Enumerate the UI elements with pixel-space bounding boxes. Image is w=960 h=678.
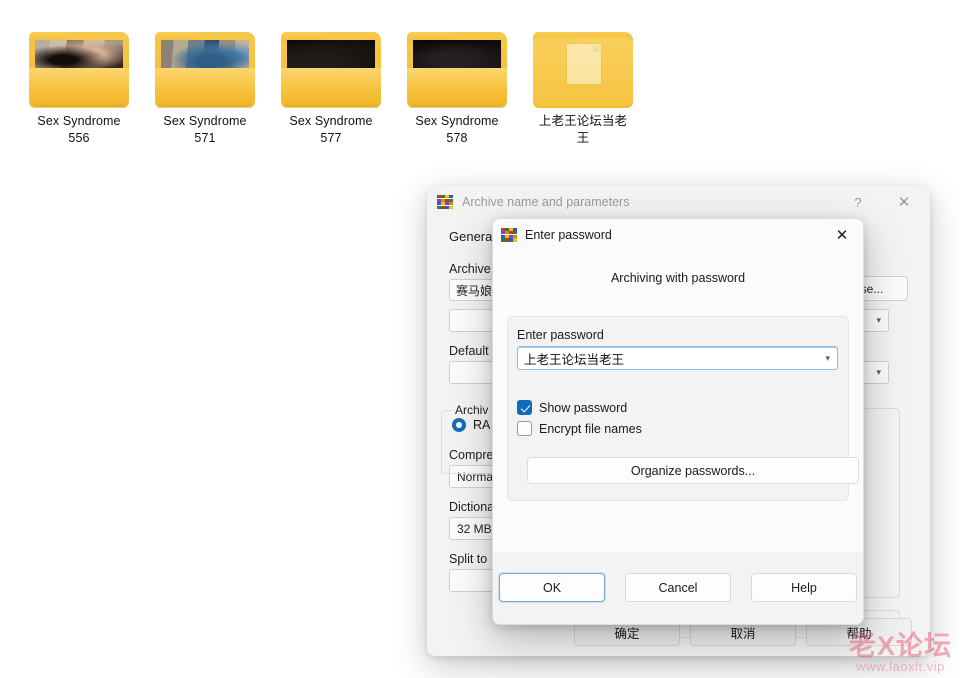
cancel-button[interactable]: Cancel	[625, 573, 731, 602]
encrypt-file-names-checkbox[interactable]: Encrypt file names	[517, 421, 848, 436]
folder-icon	[29, 28, 129, 108]
radio-rar-label: RA	[473, 418, 491, 432]
folder-label-line1: 上老王论坛当老	[538, 114, 628, 128]
folder-front	[155, 68, 255, 108]
folder-icon	[281, 28, 381, 108]
folder-label-line2: 578	[446, 131, 468, 145]
dictionary-value: 32 MB	[457, 521, 492, 536]
radio-selected-icon	[452, 418, 466, 432]
help-button[interactable]: Help	[751, 573, 857, 602]
chevron-down-icon: ▾	[876, 315, 881, 325]
folder-label: Sex Syndrome 578	[394, 113, 520, 147]
chevron-down-icon[interactable]: ▾	[825, 353, 830, 364]
show-password-label: Show password	[539, 400, 628, 415]
folder-label: Sex Syndrome 577	[268, 113, 394, 147]
organize-passwords-button[interactable]: Organize passwords...	[527, 457, 859, 484]
desktop-folder-item[interactable]: Sex Syndrome 578	[394, 28, 520, 147]
winrar-icon	[501, 227, 517, 242]
checkbox-icon	[517, 421, 532, 436]
main-dialog-title: Archive name and parameters	[462, 195, 630, 209]
folder-label: Sex Syndrome 571	[142, 113, 268, 147]
chevron-down-icon: ▾	[876, 367, 881, 377]
password-dialog-titlebar[interactable]: Enter password ✕	[493, 219, 863, 250]
folder-label-line2: 王	[576, 131, 590, 145]
password-dialog-footer: OK Cancel Help	[493, 552, 863, 623]
desktop-folder-item[interactable]: Sex Syndrome 556	[16, 28, 142, 147]
folder-label: Sex Syndrome 556	[16, 113, 142, 147]
show-password-checkbox[interactable]: Show password	[517, 400, 848, 415]
folder-icon	[155, 28, 255, 108]
ok-button[interactable]: OK	[499, 573, 605, 602]
enter-password-dialog[interactable]: Enter password ✕ Archiving with password…	[492, 218, 864, 625]
password-dialog-content: Archiving with password Enter password 上…	[493, 250, 863, 552]
password-options: Show password Encrypt file names	[508, 400, 848, 436]
folder-front	[533, 38, 633, 106]
password-dialog-title: Enter password	[525, 227, 612, 242]
folder-label-line2: 571	[194, 131, 216, 145]
close-icon[interactable]: ✕	[821, 219, 863, 250]
desktop-folder-item[interactable]: Sex Syndrome 577	[268, 28, 394, 147]
checkbox-checked-icon	[517, 400, 532, 415]
password-input-value: 上老王论坛当老王	[524, 352, 625, 367]
password-dialog-heading: Archiving with password	[610, 271, 746, 285]
folder-icon	[407, 28, 507, 108]
folder-front	[407, 68, 507, 108]
password-input[interactable]: 上老王论坛当老王 ▾	[517, 346, 838, 370]
desktop-folder-item[interactable]: Sex Syndrome 571	[142, 28, 268, 147]
folder-icon	[533, 28, 633, 108]
folder-front	[29, 68, 129, 108]
help-icon[interactable]: ?	[836, 186, 880, 218]
close-icon[interactable]: ✕	[882, 186, 926, 218]
folder-label: 上老王论坛当老 王	[520, 113, 646, 147]
folder-label-line1: Sex Syndrome	[289, 114, 373, 128]
enter-password-label: Enter password	[517, 328, 604, 342]
main-dialog-titlebar[interactable]: Archive name and parameters ? ✕	[427, 186, 930, 218]
encrypt-file-names-label: Encrypt file names	[539, 421, 642, 436]
winrar-icon	[437, 195, 453, 209]
folder-label-line1: Sex Syndrome	[37, 114, 121, 128]
desktop-folder-item[interactable]: 上老王论坛当老 王	[520, 28, 646, 147]
folder-label-line1: Sex Syndrome	[415, 114, 499, 128]
archive-name-value: 赛马娘	[456, 283, 493, 298]
folder-label-line2: 577	[320, 131, 342, 145]
archive-format-label: Archiv	[451, 403, 493, 417]
folder-label-line2: 556	[68, 131, 90, 145]
password-panel: Enter password 上老王论坛当老王 ▾ Show password …	[507, 316, 859, 501]
folder-front	[281, 68, 381, 108]
folder-label-line1: Sex Syndrome	[163, 114, 247, 128]
